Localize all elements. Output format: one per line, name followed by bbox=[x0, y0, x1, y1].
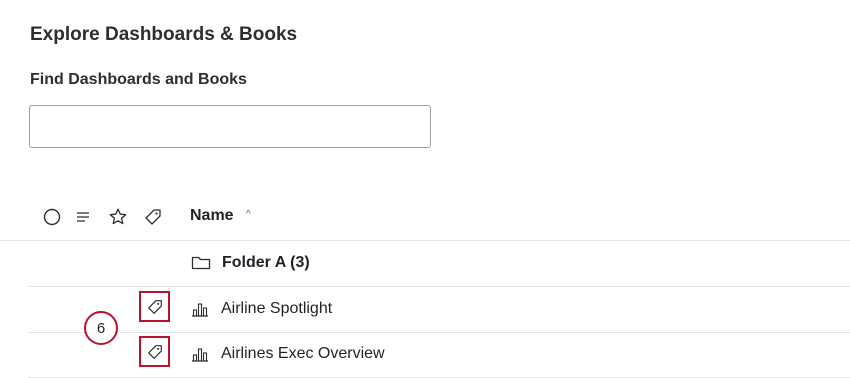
dashboard-name[interactable]: Airlines Exec Overview bbox=[221, 345, 385, 363]
page-title: Explore Dashboards & Books bbox=[30, 24, 298, 45]
bar-chart-icon bbox=[189, 343, 211, 365]
tag-icon-highlight[interactable] bbox=[139, 336, 170, 367]
folder-icon bbox=[190, 252, 212, 274]
list-row-folder[interactable]: Folder A (3) bbox=[28, 241, 850, 287]
list-row-dashboard[interactable]: Airlines Exec Overview bbox=[28, 332, 850, 378]
folder-name[interactable]: Folder A (3) bbox=[222, 254, 310, 272]
sort-ascending-icon: ^ bbox=[246, 209, 251, 220]
callout-number: 6 bbox=[84, 311, 118, 345]
tag-icon[interactable] bbox=[146, 343, 164, 361]
bar-chart-icon bbox=[189, 298, 211, 320]
tag-icon[interactable] bbox=[142, 206, 164, 228]
name-column-header[interactable]: Name bbox=[190, 207, 234, 225]
star-icon[interactable] bbox=[107, 206, 129, 228]
tag-icon[interactable] bbox=[146, 298, 164, 316]
search-label: Find Dashboards and Books bbox=[30, 71, 247, 88]
dashboard-name[interactable]: Airline Spotlight bbox=[221, 300, 332, 318]
search-input[interactable] bbox=[29, 105, 431, 148]
lines-icon[interactable] bbox=[72, 206, 94, 228]
list-row-dashboard[interactable]: Airline Spotlight bbox=[28, 287, 850, 333]
tag-icon-highlight[interactable] bbox=[139, 291, 170, 322]
list-header: Name ^ bbox=[0, 196, 850, 241]
circle-select-icon[interactable] bbox=[41, 206, 63, 228]
